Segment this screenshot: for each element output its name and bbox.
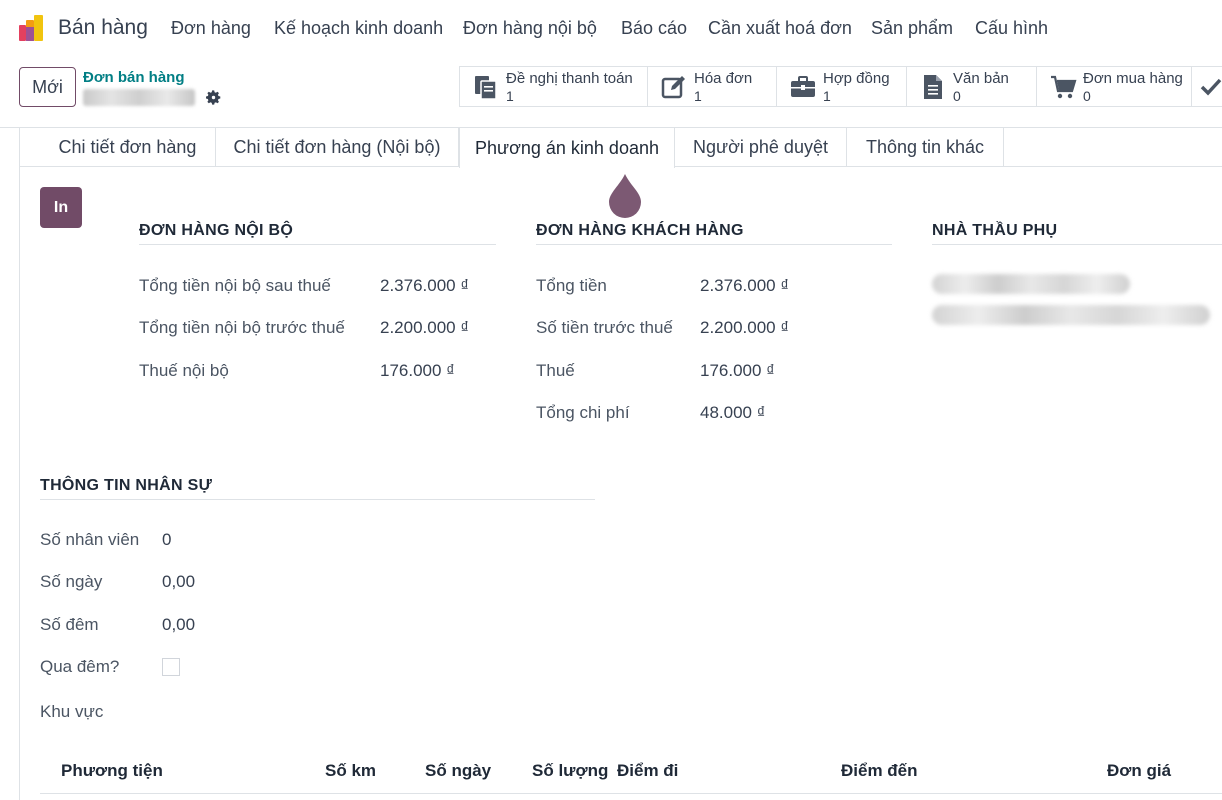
nav-item-business-plan[interactable]: Kế hoạch kinh doanh	[274, 18, 443, 39]
field-label: Số nhân viên	[40, 530, 140, 549]
smart-button-label: Hóa đơn	[694, 70, 753, 87]
field-label: Số tiền trước thuế	[536, 318, 673, 337]
smart-button-approval[interactable]	[1191, 66, 1222, 107]
gear-icon[interactable]	[205, 89, 222, 106]
check-icon	[1200, 78, 1222, 96]
shopping-cart-icon	[1051, 75, 1077, 99]
column-header-origin[interactable]: Điểm đi	[617, 761, 678, 781]
field-label: Số ngày	[40, 572, 103, 591]
subcontractor-address-redacted	[932, 305, 1210, 325]
smart-button-label: Văn bản	[953, 70, 1009, 87]
section-title-hr-info: THÔNG TIN NHÂN SỰ	[40, 477, 595, 500]
nights-field[interactable]: 0,00	[162, 615, 195, 635]
section-title-internal-order: ĐƠN HÀNG NỘI BỘ	[139, 222, 496, 245]
smart-button-payment-request[interactable]: Đề nghị thanh toán 1	[459, 66, 648, 107]
field-value: 2.200.000 ₫	[380, 318, 470, 337]
smart-button-documents[interactable]: Văn bản 0	[906, 66, 1037, 107]
field-value: 48.000 ₫	[700, 403, 766, 422]
smart-button-count: 1	[694, 88, 702, 104]
breadcrumb-record-name	[83, 89, 195, 106]
nav-item-internal-orders[interactable]: Đơn hàng nội bộ	[463, 18, 597, 39]
column-header-vehicle[interactable]: Phương tiện	[61, 761, 163, 781]
tab-other-info[interactable]: Thông tin khác	[847, 128, 1004, 167]
column-header-quantity[interactable]: Số lượng	[532, 761, 608, 781]
field-value: 2.200.000 ₫	[700, 318, 790, 337]
breadcrumb-link[interactable]: Đơn bán hàng	[83, 69, 185, 86]
top-navbar: Bán hàng Đơn hàng Kế hoạch kinh doanh Đơ…	[0, 0, 1222, 56]
smart-button-count: 0	[1083, 88, 1091, 104]
pencil-square-icon	[661, 76, 685, 99]
section-title-subcontractor: NHÀ THẦU PHỤ	[932, 222, 1222, 245]
overnight-checkbox[interactable]	[162, 658, 180, 676]
smart-button-purchase-orders[interactable]: Đơn mua hàng 0	[1036, 66, 1192, 107]
column-header-km[interactable]: Số km	[325, 761, 376, 781]
briefcase-icon	[791, 76, 815, 97]
field-label: Tổng chi phí	[536, 403, 630, 422]
field-label: Tổng tiền	[536, 276, 607, 295]
notebook-tabs: Chi tiết đơn hàng Chi tiết đơn hàng (Nội…	[19, 128, 1222, 168]
subcontractor-name-redacted[interactable]	[932, 274, 1130, 294]
smart-button-count: 1	[506, 88, 514, 104]
print-button[interactable]: In	[40, 187, 82, 228]
document-stack-icon	[475, 76, 497, 100]
field-label: Khu vực	[40, 702, 104, 721]
column-header-destination[interactable]: Điểm đến	[841, 761, 918, 781]
field-label: Số đêm	[40, 615, 99, 634]
tab-order-details[interactable]: Chi tiết đơn hàng	[40, 128, 216, 167]
column-header-unit-price[interactable]: Đơn giá	[1107, 761, 1171, 781]
field-label: Qua đêm?	[40, 657, 120, 676]
nav-item-to-invoice[interactable]: Cần xuất hoá đơn	[708, 18, 852, 39]
smart-button-contract[interactable]: Hợp đồng 1	[776, 66, 907, 107]
field-label: Thuế	[536, 361, 575, 380]
tab-approvers[interactable]: Người phê duyệt	[675, 128, 847, 167]
section-title-customer-order: ĐƠN HÀNG KHÁCH HÀNG	[536, 222, 892, 245]
field-value: 176.000 ₫	[700, 361, 775, 380]
column-header-days[interactable]: Số ngày	[425, 761, 491, 781]
smart-button-invoice[interactable]: Hóa đơn 1	[647, 66, 777, 107]
nav-item-reports[interactable]: Báo cáo	[621, 18, 687, 39]
field-value: 2.376.000 ₫	[700, 276, 790, 295]
file-text-icon	[924, 75, 942, 99]
field-value: 2.376.000 ₫	[380, 276, 470, 295]
smart-button-count: 1	[823, 88, 831, 104]
field-label: Tổng tiền nội bộ trước thuế	[139, 318, 345, 337]
odoo-app-logo-icon[interactable]	[17, 13, 47, 43]
smart-button-label: Đơn mua hàng	[1083, 70, 1183, 87]
mouse-cursor-drop-icon	[609, 174, 641, 218]
field-label: Thuế nội bộ	[139, 361, 229, 380]
table-header-divider	[40, 793, 1222, 794]
smart-button-count: 0	[953, 88, 961, 104]
days-field[interactable]: 0,00	[162, 572, 195, 592]
tab-business-plan[interactable]: Phương án kinh doanh	[459, 128, 675, 168]
new-button[interactable]: Mới	[19, 67, 76, 107]
smart-button-label: Hợp đồng	[823, 70, 890, 87]
nav-item-orders[interactable]: Đơn hàng	[171, 18, 251, 39]
control-panel: Mới Đơn bán hàng Đề nghị thanh toán 1 Hó…	[0, 56, 1222, 128]
nav-item-configuration[interactable]: Cấu hình	[975, 18, 1048, 39]
field-value: 176.000 ₫	[380, 361, 455, 380]
nav-item-products[interactable]: Sản phẩm	[871, 18, 953, 39]
app-name[interactable]: Bán hàng	[58, 16, 148, 40]
employee-count-field[interactable]: 0	[162, 530, 171, 550]
smart-button-label: Đề nghị thanh toán	[506, 70, 633, 87]
field-label: Tổng tiền nội bộ sau thuế	[139, 276, 331, 295]
tab-order-details-internal[interactable]: Chi tiết đơn hàng (Nội bộ)	[216, 128, 459, 167]
